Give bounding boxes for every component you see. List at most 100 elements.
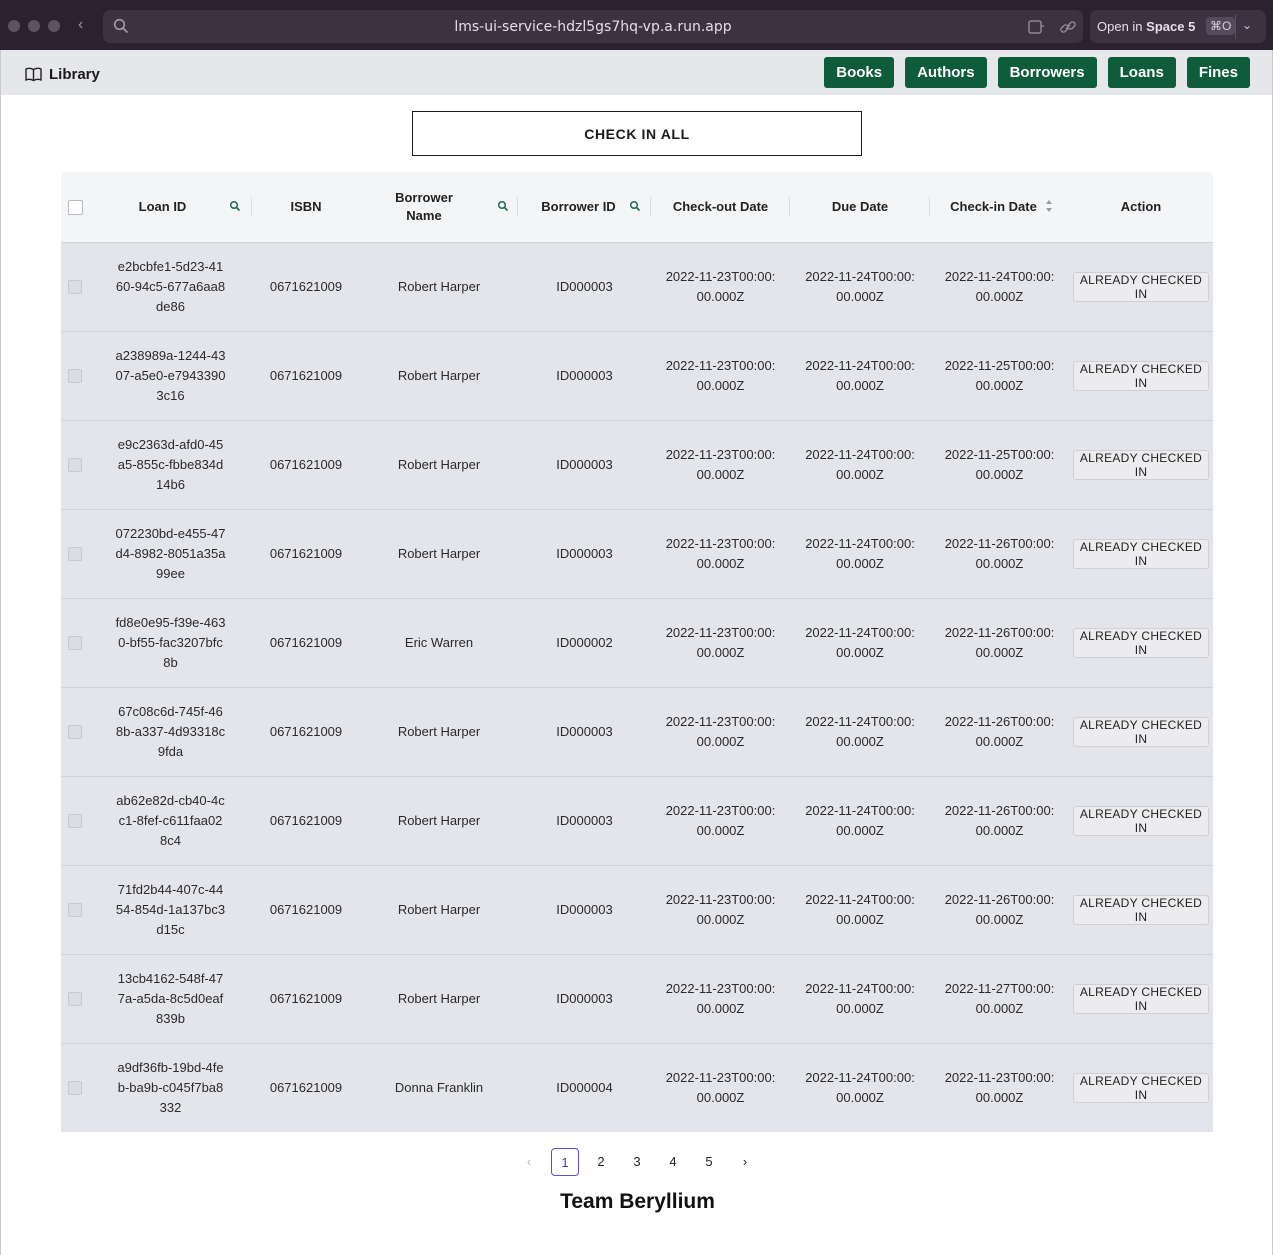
- select-all-checkbox[interactable]: [67, 199, 83, 215]
- search-icon[interactable]: [497, 200, 509, 212]
- row-checkbox-cell: [61, 688, 89, 776]
- sort-icon[interactable]: [1045, 199, 1053, 213]
- loan-id-cell: ab62e82d-cb40-4cc1-8fef-c611faa028c4: [89, 777, 252, 865]
- already-checked-in-button[interactable]: ALREADY CHECKED IN: [1073, 895, 1209, 925]
- row-checkbox[interactable]: [68, 547, 82, 561]
- loan-id-cell: 71fd2b44-407c-4454-854d-1a137bc3d15c: [89, 866, 252, 954]
- already-checked-in-button[interactable]: ALREADY CHECKED IN: [1073, 984, 1209, 1014]
- column-header-due-date[interactable]: Due Date: [790, 172, 930, 242]
- checkin-date-cell: 2022-11-24T00:00:00.000Z: [930, 243, 1069, 331]
- close-window-button[interactable]: [8, 20, 20, 32]
- borrower-id-cell-text: ID000003: [556, 902, 613, 917]
- borrower-name-cell-text: Robert Harper: [397, 813, 481, 828]
- already-checked-in-button[interactable]: ALREADY CHECKED IN: [1073, 1073, 1209, 1103]
- minimize-window-button[interactable]: [28, 20, 40, 32]
- isbn-cell: 0671621009: [252, 777, 360, 865]
- action-cell: ALREADY CHECKED IN: [1069, 332, 1213, 420]
- checkin-date-cell: 2022-11-25T00:00:00.000Z: [930, 421, 1069, 509]
- row-checkbox-cell: [61, 332, 89, 420]
- loan-id-cell: fd8e0e95-f39e-4630-bf55-fac3207bfc8b: [89, 599, 252, 687]
- check-in-all-button[interactable]: CHECK IN ALL: [412, 111, 862, 156]
- already-checked-in-button[interactable]: ALREADY CHECKED IN: [1073, 628, 1209, 658]
- page-button-1[interactable]: 1: [551, 1148, 579, 1176]
- column-label: Check-out Date: [672, 199, 769, 214]
- page-button-3[interactable]: 3: [623, 1148, 651, 1176]
- row-checkbox-cell: [61, 1044, 89, 1132]
- table-row: 71fd2b44-407c-4454-854d-1a137bc3d15c 0671…: [61, 865, 1213, 954]
- due-date-cell-text: 2022-11-24T00:00:00.000Z: [805, 269, 915, 304]
- header-checkbox-cell: [61, 172, 89, 242]
- chevron-left-icon[interactable]: ‹: [515, 1148, 543, 1176]
- checkout-date-cell-text: 2022-11-23T00:00:00.000Z: [665, 269, 776, 304]
- open-in-space-button[interactable]: Open in Space 5 ⌘O ⌄: [1090, 10, 1266, 43]
- table-body: e2bcbfe1-5d23-4160-94c5-677a6aa8de86 0671…: [61, 242, 1213, 1132]
- row-checkbox[interactable]: [68, 458, 82, 472]
- already-checked-in-button[interactable]: ALREADY CHECKED IN: [1073, 539, 1209, 569]
- column-header-checkout-date[interactable]: Check-out Date: [651, 172, 790, 242]
- already-checked-in-button[interactable]: ALREADY CHECKED IN: [1073, 717, 1209, 747]
- nav-books-button[interactable]: Books: [824, 57, 895, 88]
- loan-id-cell: 67c08c6d-745f-468b-a337-4d93318c9fda: [89, 688, 252, 776]
- row-checkbox[interactable]: [68, 725, 82, 739]
- chevron-down-icon[interactable]: ⌄: [1242, 18, 1252, 32]
- due-date-cell-text: 2022-11-24T00:00:00.000Z: [805, 981, 915, 1016]
- row-checkbox[interactable]: [68, 369, 82, 383]
- isbn-cell-text: 0671621009: [269, 368, 343, 383]
- page-button-2[interactable]: 2: [587, 1148, 615, 1176]
- loan-id-cell: 072230bd-e455-47d4-8982-8051a35a99ee: [89, 510, 252, 598]
- borrower-id-cell-text: ID000002: [556, 635, 613, 650]
- page-button-4[interactable]: 4: [659, 1148, 687, 1176]
- column-label: Borrower ID: [541, 199, 616, 214]
- checkout-date-cell-text: 2022-11-23T00:00:00.000Z: [665, 625, 776, 660]
- open-in-prefix: Open in: [1097, 19, 1143, 34]
- checkin-date-cell-text: 2022-11-26T00:00:00.000Z: [944, 625, 1055, 660]
- nav-loans-button[interactable]: Loans: [1107, 57, 1176, 88]
- loan-id-cell: 13cb4162-548f-477a-a5da-8c5d0eaf839b: [89, 955, 252, 1043]
- row-checkbox[interactable]: [68, 636, 82, 650]
- borrower-name-cell-text: Robert Harper: [397, 724, 481, 739]
- isbn-cell: 0671621009: [252, 688, 360, 776]
- borrower-name-cell: Robert Harper: [360, 510, 518, 598]
- brand[interactable]: Library: [25, 66, 100, 83]
- row-checkbox[interactable]: [68, 280, 82, 294]
- table-row: 67c08c6d-745f-468b-a337-4d93318c9fda 0671…: [61, 687, 1213, 776]
- column-header-borrower-name[interactable]: Borrower Name: [360, 172, 518, 242]
- browser-chrome: ‹ lms-ui-service-hdzl5gs7hq-vp.a.run.app…: [0, 0, 1273, 50]
- isbn-cell-text: 0671621009: [269, 902, 343, 917]
- search-icon[interactable]: [629, 200, 641, 212]
- nav-authors-button[interactable]: Authors: [905, 57, 987, 88]
- loan-id-cell-text: ab62e82d-cb40-4cc1-8fef-c611faa028c4: [116, 793, 225, 848]
- already-checked-in-button[interactable]: ALREADY CHECKED IN: [1073, 272, 1209, 302]
- isbn-cell: 0671621009: [252, 866, 360, 954]
- checkin-date-cell: 2022-11-26T00:00:00.000Z: [930, 688, 1069, 776]
- action-cell: ALREADY CHECKED IN: [1069, 510, 1213, 598]
- column-header-checkin-date[interactable]: Check-in Date: [930, 172, 1069, 242]
- due-date-cell-text: 2022-11-24T00:00:00.000Z: [805, 1070, 915, 1105]
- back-icon[interactable]: ‹: [78, 16, 83, 34]
- due-date-cell: 2022-11-24T00:00:00.000Z: [790, 421, 930, 509]
- address-bar[interactable]: lms-ui-service-hdzl5gs7hq-vp.a.run.app: [103, 10, 1083, 43]
- column-header-loan-id[interactable]: Loan ID: [89, 172, 252, 242]
- zoom-window-button[interactable]: [48, 20, 60, 32]
- nav-fines-button[interactable]: Fines: [1186, 57, 1250, 88]
- extension-icon[interactable]: [1027, 18, 1045, 36]
- row-checkbox[interactable]: [68, 903, 82, 917]
- row-checkbox-cell: [61, 866, 89, 954]
- page-button-5[interactable]: 5: [695, 1148, 723, 1176]
- already-checked-in-button[interactable]: ALREADY CHECKED IN: [1073, 450, 1209, 480]
- link-icon[interactable]: [1059, 18, 1077, 36]
- row-checkbox[interactable]: [68, 814, 82, 828]
- chevron-right-icon[interactable]: ›: [731, 1148, 759, 1176]
- row-checkbox[interactable]: [68, 1081, 82, 1095]
- action-cell: ALREADY CHECKED IN: [1069, 1044, 1213, 1132]
- column-header-borrower-id[interactable]: Borrower ID: [518, 172, 651, 242]
- column-header-isbn[interactable]: ISBN: [252, 172, 360, 242]
- borrower-id-cell: ID000003: [518, 955, 651, 1043]
- checkin-date-cell: 2022-11-27T00:00:00.000Z: [930, 955, 1069, 1043]
- nav-borrowers-button[interactable]: Borrowers: [997, 57, 1097, 88]
- already-checked-in-button[interactable]: ALREADY CHECKED IN: [1073, 806, 1209, 836]
- loan-id-cell: e9c2363d-afd0-45a5-855c-fbbe834d14b6: [89, 421, 252, 509]
- already-checked-in-button[interactable]: ALREADY CHECKED IN: [1073, 361, 1209, 391]
- search-icon[interactable]: [229, 200, 241, 212]
- row-checkbox[interactable]: [68, 992, 82, 1006]
